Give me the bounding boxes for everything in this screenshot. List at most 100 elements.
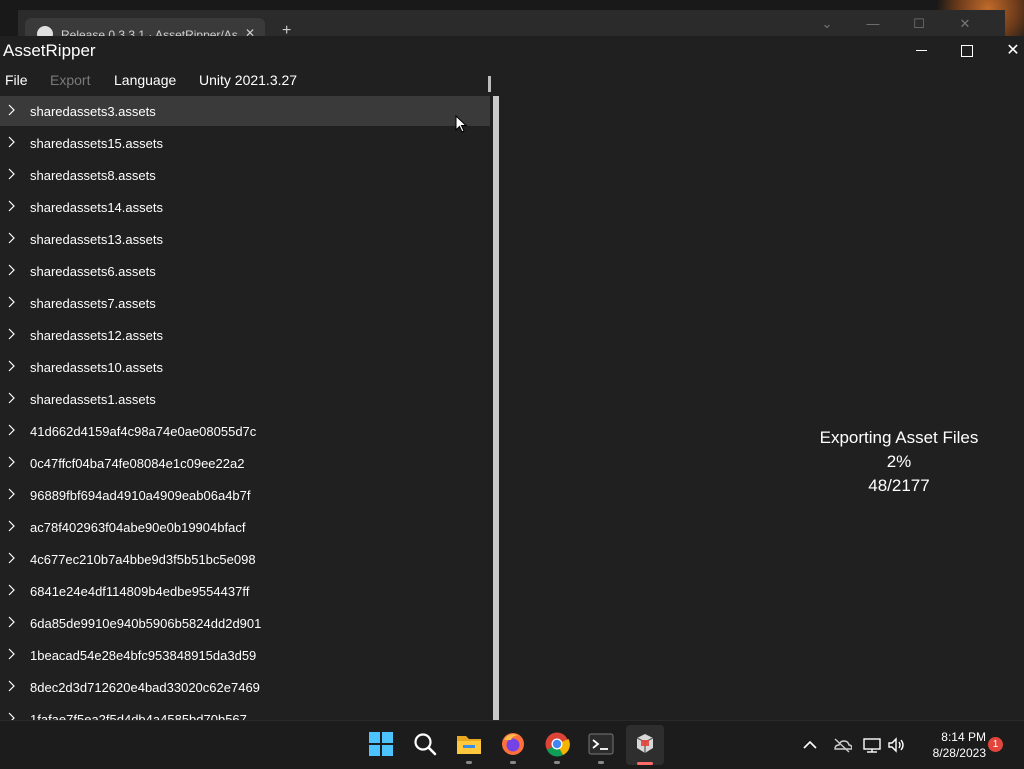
chevron-right-icon[interactable] xyxy=(6,488,16,500)
chevron-right-icon[interactable] xyxy=(6,616,16,628)
tree-item[interactable]: 8dec2d3d712620e4bad33020c62e7469 xyxy=(0,672,490,704)
chevron-right-icon[interactable] xyxy=(6,552,16,564)
tree-item-label: 8dec2d3d712620e4bad33020c62e7469 xyxy=(30,680,260,695)
status-percent: 2% xyxy=(886,452,912,471)
tray-chevron-up-icon[interactable] xyxy=(800,735,820,755)
menu-language[interactable]: Language xyxy=(114,72,176,88)
volume-icon[interactable] xyxy=(886,735,906,755)
tree-item[interactable]: sharedassets6.assets xyxy=(0,256,490,288)
firefox-icon[interactable] xyxy=(500,731,526,757)
menu-export[interactable]: Export xyxy=(50,72,90,88)
chevron-right-icon[interactable] xyxy=(6,680,16,692)
taskbar: 8:14 PM 8/28/2023 1 xyxy=(0,720,1024,769)
tree-item-label: sharedassets14.assets xyxy=(30,200,163,215)
search-icon[interactable] xyxy=(412,731,438,757)
tree-item[interactable]: 1beacad54e28e4bfc953848915da3d59 xyxy=(0,640,490,672)
tree-scrollbar[interactable] xyxy=(493,96,499,720)
tree-item[interactable]: 6841e24e4df114809b4edbe9554437ff xyxy=(0,576,490,608)
chevron-right-icon[interactable] xyxy=(6,456,16,468)
chevron-right-icon[interactable] xyxy=(6,328,16,340)
browser-maximize-icon[interactable]: ☐ xyxy=(896,16,942,32)
browser-dropdown-icon[interactable]: ⌄ xyxy=(804,16,850,32)
chevron-right-icon[interactable] xyxy=(6,104,16,116)
menu-file[interactable]: File xyxy=(5,72,28,88)
chevron-right-icon[interactable] xyxy=(6,296,16,308)
new-tab-button[interactable]: + xyxy=(282,22,291,36)
chevron-right-icon[interactable] xyxy=(6,360,16,372)
tree-item[interactable]: sharedassets3.assets xyxy=(0,96,490,126)
status-count: 48/2177 xyxy=(868,476,930,495)
terminal-icon[interactable] xyxy=(588,731,614,757)
onedrive-offline-icon[interactable] xyxy=(832,735,852,755)
title-bar[interactable]: AssetRipper ✕ xyxy=(0,36,1024,66)
chrome-running-indicator xyxy=(554,761,560,764)
browser-minimize-icon[interactable]: — xyxy=(850,16,896,31)
system-clock[interactable]: 8:14 PM 8/28/2023 xyxy=(912,729,986,761)
chevron-right-icon[interactable] xyxy=(6,264,16,276)
github-icon xyxy=(37,26,53,36)
tree-item[interactable]: 41d662d4159af4c98a74e0ae08055d7c xyxy=(0,416,490,448)
asset-tree[interactable]: sharedassets3.assets sharedassets15.asset… xyxy=(0,96,493,720)
browser-tab-close-icon[interactable]: ✕ xyxy=(245,26,255,36)
tree-item-label: 1fafae7f5ea2f5d4db4a4585bd70b567 xyxy=(30,712,247,720)
browser-window-controls: ⌄ — ☐ ✕ xyxy=(804,16,988,32)
tree-item[interactable]: sharedassets10.assets xyxy=(0,352,490,384)
tree-item-label: sharedassets3.assets xyxy=(30,104,156,119)
tree-item[interactable]: 4c677ec210b7a4bbe9d3f5b51bc5e098 xyxy=(0,544,490,576)
tree-item-label: 6da85de9910e940b5906b5824dd2d901 xyxy=(30,616,262,631)
mouse-cursor-icon xyxy=(455,115,468,133)
tree-item[interactable]: sharedassets1.assets xyxy=(0,384,490,416)
chevron-right-icon[interactable] xyxy=(6,712,16,720)
tree-item-label: 1beacad54e28e4bfc953848915da3d59 xyxy=(30,648,257,663)
start-icon[interactable] xyxy=(368,731,394,757)
tree-item[interactable]: sharedassets7.assets xyxy=(0,288,490,320)
file-explorer-icon[interactable] xyxy=(456,731,482,757)
browser-tab-title: Release 0.3.3.1 · AssetRipper/As xyxy=(61,28,238,36)
menu-bar: File Export Language Unity 2021.3.27 xyxy=(0,66,1024,94)
chevron-right-icon[interactable] xyxy=(6,200,16,212)
background-browser-window: Release 0.3.3.1 · AssetRipper/As ✕ + ⌄ — ☐… xyxy=(0,0,1024,36)
tree-item-label: sharedassets7.assets xyxy=(30,296,156,311)
minimize-button[interactable] xyxy=(898,38,944,64)
chevron-right-icon[interactable] xyxy=(6,584,16,596)
chevron-right-icon[interactable] xyxy=(6,168,16,180)
notification-badge[interactable]: 1 xyxy=(988,737,1003,752)
tree-item-label: sharedassets15.assets xyxy=(30,136,163,151)
browser-close-icon[interactable]: ✕ xyxy=(942,16,988,32)
chevron-right-icon[interactable] xyxy=(6,136,16,148)
tree-item[interactable]: sharedassets13.assets xyxy=(0,224,490,256)
tree-item-label: 41d662d4159af4c98a74e0ae08055d7c xyxy=(30,424,257,439)
tree-item-label: 6841e24e4df114809b4edbe9554437ff xyxy=(30,584,250,599)
tree-item[interactable]: sharedassets15.assets xyxy=(0,128,490,160)
terminal-running-indicator xyxy=(598,761,604,764)
chevron-right-icon[interactable] xyxy=(6,392,16,404)
tree-item[interactable]: 1fafae7f5ea2f5d4db4a4585bd70b567 xyxy=(0,704,490,720)
maximize-icon xyxy=(961,44,973,57)
network-icon[interactable] xyxy=(862,735,882,755)
tree-item-label: 0c47ffcf04ba74fe08084e1c09ee22a2 xyxy=(30,456,245,471)
tree-item[interactable]: sharedassets8.assets xyxy=(0,160,490,192)
chevron-right-icon[interactable] xyxy=(6,648,16,660)
tree-item-label: sharedassets10.assets xyxy=(30,360,163,375)
tree-item[interactable]: sharedassets14.assets xyxy=(0,192,490,224)
tree-item[interactable]: 96889fbf694ad4910a4909eab06a4b7f xyxy=(0,480,490,512)
app-title: AssetRipper xyxy=(3,41,96,60)
tree-item-label: 96889fbf694ad4910a4909eab06a4b7f xyxy=(30,488,251,503)
clock-date: 8/28/2023 xyxy=(932,746,986,760)
tree-item-label: sharedassets13.assets xyxy=(30,232,163,247)
tree-item[interactable]: 0c47ffcf04ba74fe08084e1c09ee22a2 xyxy=(0,448,490,480)
chevron-right-icon[interactable] xyxy=(6,424,16,436)
tree-item-label: sharedassets12.assets xyxy=(30,328,163,343)
tree-item[interactable]: 6da85de9910e940b5906b5824dd2d901 xyxy=(0,608,490,640)
tree-item[interactable]: ac78f402963f04abe90e0b19904bfacf xyxy=(0,512,490,544)
close-button[interactable]: ✕ xyxy=(990,38,1024,64)
browser-tab[interactable]: Release 0.3.3.1 · AssetRipper/As ✕ xyxy=(25,18,265,36)
firefox-running-indicator xyxy=(510,761,516,764)
scrollbar-thumb[interactable] xyxy=(488,76,491,92)
assetripper-icon[interactable] xyxy=(632,731,658,757)
chrome-icon[interactable] xyxy=(544,731,570,757)
tree-item[interactable]: sharedassets12.assets xyxy=(0,320,490,352)
maximize-button[interactable] xyxy=(944,38,990,64)
chevron-right-icon[interactable] xyxy=(6,520,16,532)
chevron-right-icon[interactable] xyxy=(6,232,16,244)
